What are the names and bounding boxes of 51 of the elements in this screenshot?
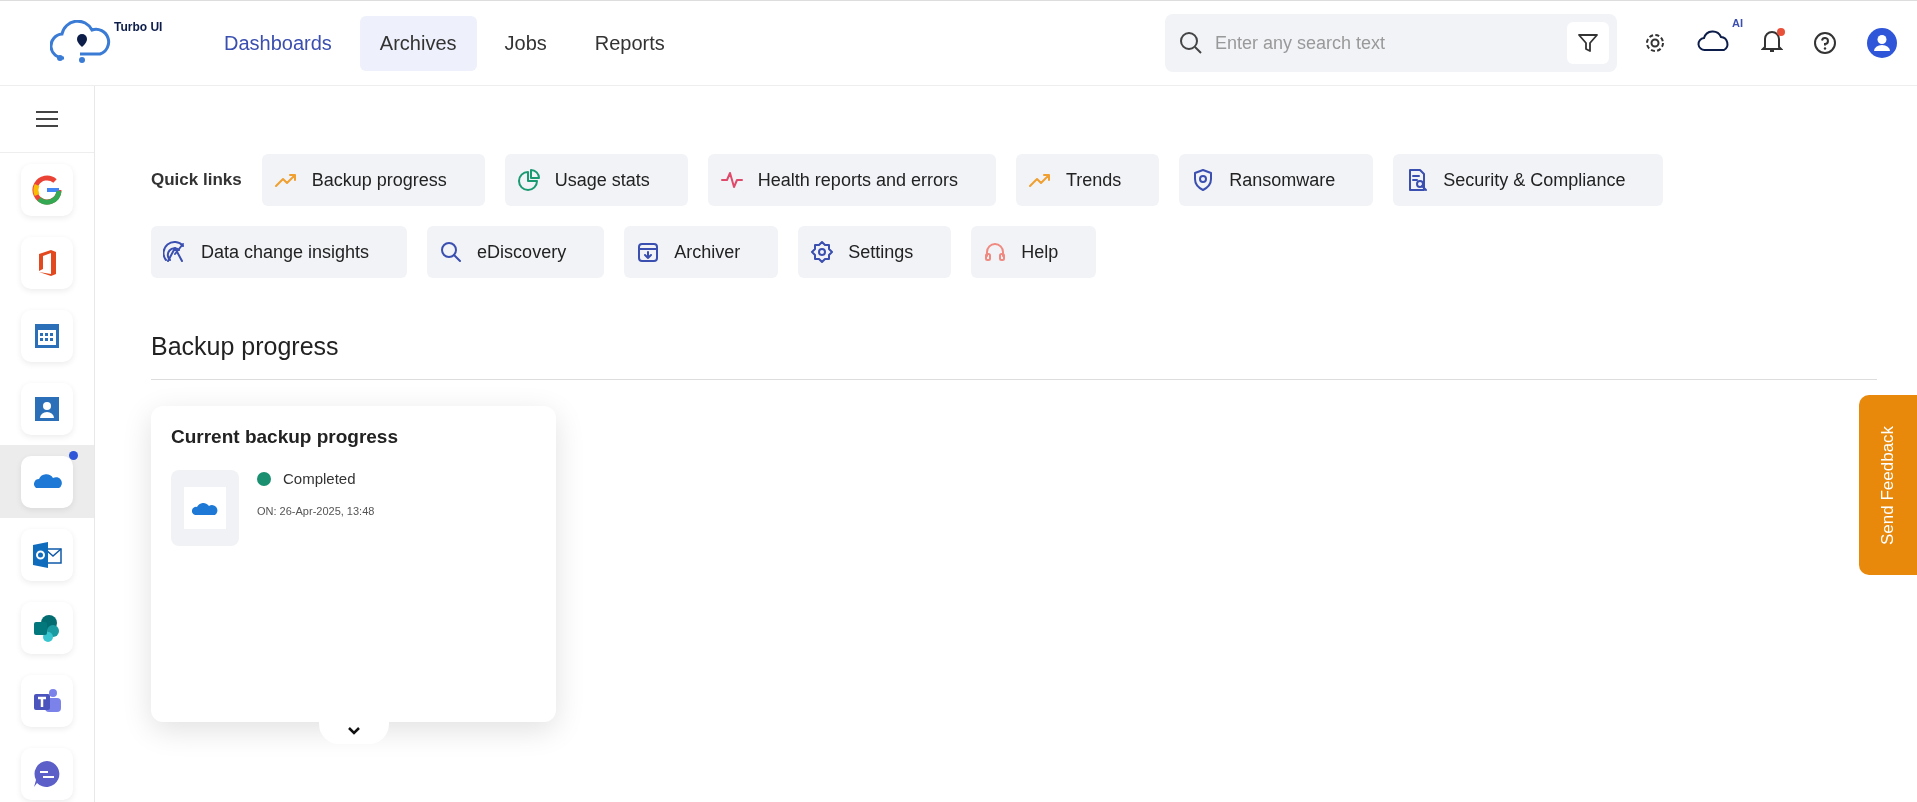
- search-input[interactable]: Enter any search text: [1213, 31, 1557, 55]
- app-button[interactable]: [21, 528, 73, 581]
- nav-tab[interactable]: Reports: [574, 15, 685, 71]
- quick-link-button[interactable]: Data change insights: [151, 226, 408, 278]
- quick-link-button[interactable]: Help: [971, 226, 1097, 278]
- search-bar[interactable]: Enter any search text: [1165, 14, 1617, 72]
- nav-tab[interactable]: Jobs: [484, 15, 567, 71]
- logo-text: Turbo UI: [114, 20, 163, 34]
- quick-link-button[interactable]: Usage stats: [504, 154, 688, 206]
- headset-icon: [983, 240, 1008, 264]
- app-button[interactable]: [21, 382, 73, 435]
- quick-link-button[interactable]: Backup progress: [261, 154, 485, 206]
- filter-icon: [1577, 32, 1599, 54]
- date-text: ON: 26-Apr-2025, 13:48: [257, 505, 375, 517]
- chevron-down-icon[interactable]: [347, 726, 361, 736]
- quick-links-label: Quick links: [151, 170, 242, 190]
- app-button[interactable]: [21, 674, 73, 727]
- app-button[interactable]: [21, 163, 73, 216]
- card-title: Current backup progress: [171, 426, 399, 448]
- quick-link-button[interactable]: Ransomware: [1179, 154, 1374, 206]
- radar-icon: [163, 240, 187, 264]
- quick-link-button[interactable]: Settings: [798, 226, 952, 278]
- pie-chart-icon: [516, 168, 541, 192]
- quick-link-button[interactable]: Security & Compliance: [1393, 154, 1664, 206]
- status-text: Completed: [283, 470, 356, 487]
- quick-link-button[interactable]: Trends: [1015, 154, 1160, 206]
- cloud-icon[interactable]: [1697, 29, 1731, 53]
- search-icon: [1179, 31, 1203, 55]
- archive-box-icon: [636, 240, 661, 264]
- ai-label: AI: [1732, 17, 1743, 29]
- quick-link-button[interactable]: eDiscovery: [427, 226, 605, 278]
- app-button[interactable]: [21, 747, 73, 800]
- app-button[interactable]: [21, 601, 73, 654]
- search-icon: [439, 240, 464, 264]
- cloud-logo-icon: [50, 20, 112, 66]
- app-button[interactable]: [21, 455, 73, 508]
- user-avatar-icon[interactable]: [1867, 28, 1897, 58]
- app-button[interactable]: [21, 309, 73, 362]
- nav-tab[interactable]: Dashboards: [204, 15, 352, 71]
- menu-icon[interactable]: [35, 110, 59, 128]
- nav-tab[interactable]: Archives: [359, 15, 477, 71]
- help-icon[interactable]: [1813, 31, 1837, 55]
- settings-icon[interactable]: [1643, 31, 1667, 55]
- bell-icon[interactable]: [1761, 28, 1783, 54]
- app-button[interactable]: [21, 236, 73, 289]
- section-title: Backup progress: [151, 332, 340, 361]
- filter-button[interactable]: [1567, 22, 1609, 64]
- g-logo-icon: [31, 173, 63, 206]
- quick-link-button[interactable]: Archiver: [624, 226, 779, 278]
- settings-icon: [810, 240, 835, 264]
- quick-link-button[interactable]: Health reports and errors: [707, 154, 996, 206]
